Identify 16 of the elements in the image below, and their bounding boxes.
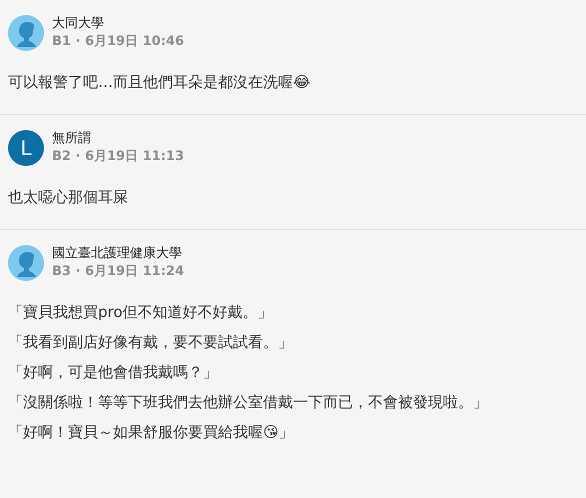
author-name: 無所謂 [52,130,92,148]
author-name: 國立臺北護理健康大學 [52,245,183,263]
comment-text: 也太噁心那個耳屎 [8,187,129,208]
avatar: L [8,130,44,166]
avatar-silhouette-icon [8,245,44,281]
avatar-silhouette-icon [8,15,44,51]
comment-text: 「我看到副店好像有戴，要不要試試看。」 [8,332,294,353]
post-meta: B1 · 6月19日 10:46 [52,33,184,51]
comment-text: 可以報警了吧…而且他們耳朵是都沒在洗喔😂 [8,72,312,93]
comment-text: 「沒關係啦！等等下班我們去他辦公室借戴一下而已，不會被發現啦。」 [8,392,489,413]
comment-text: 「好啊，可是他會借我戴嗎？」 [8,362,219,383]
comment-text: 「寶貝我想買pro但不知道好不好戴。」 [8,302,274,323]
comment-text: 「好啊！寶貝～如果舒服你要買給我喔😘」 [8,422,295,443]
post-meta: B3 · 6月19日 11:24 [52,263,184,281]
author-name: 大同大學 [52,15,105,33]
post-meta: B2 · 6月19日 11:13 [52,148,184,166]
